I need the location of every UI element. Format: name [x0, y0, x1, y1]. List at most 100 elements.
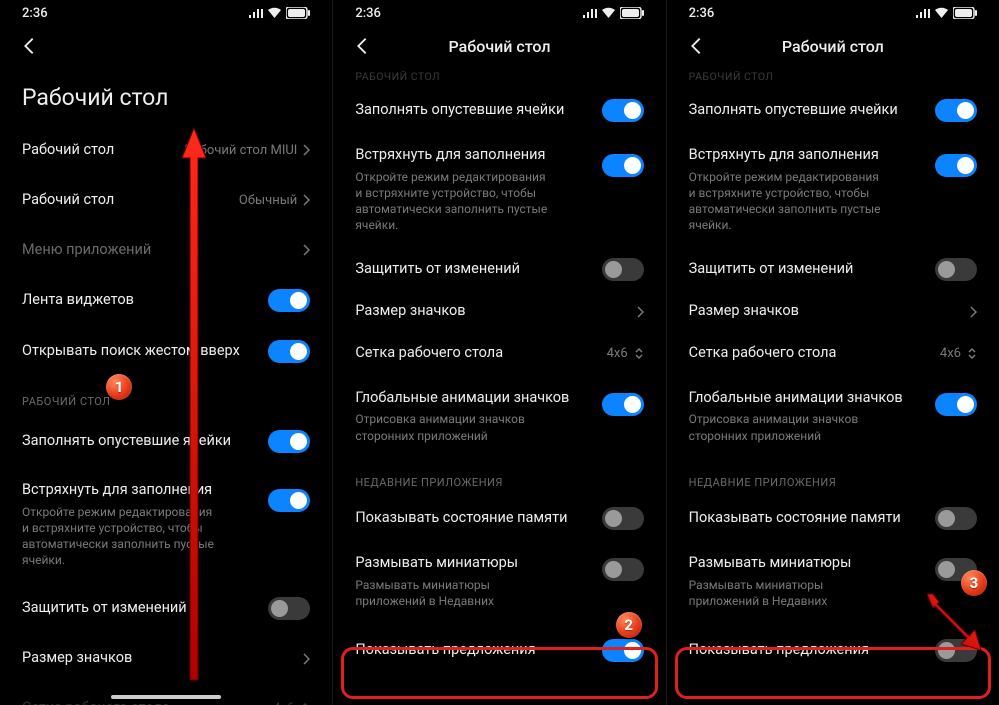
section-home: РАБОЧИЙ СТОЛ	[0, 377, 332, 416]
row-search-gesture[interactable]: Открывать поиск жестом вверх	[0, 326, 332, 377]
row-home-launcher[interactable]: Рабочий стол Рабочий стол MIUI	[0, 125, 332, 175]
toggle-fill-empty[interactable]	[602, 99, 644, 122]
toggle-global-anim[interactable]	[935, 393, 977, 416]
battery-icon	[286, 7, 310, 19]
row-global-anim[interactable]: Глобальные анимации значков Отрисовка ан…	[333, 375, 665, 458]
status-time: 2:36	[689, 6, 915, 21]
row-app-menu: Меню приложений	[0, 225, 332, 275]
row-global-anim[interactable]: Глобальные анимации значков Отрисовка ан…	[667, 375, 999, 458]
row-value: 4x6	[940, 346, 977, 361]
row-value	[303, 653, 310, 665]
phone-panel-3: 2:36 Рабочий стол РАБОЧИЙ СТОЛ Заполнять…	[667, 0, 999, 705]
signal-icon	[248, 8, 263, 19]
row-home-mode[interactable]: Рабочий стол Обычный	[0, 175, 332, 225]
chevron-right-icon	[303, 144, 310, 156]
row-shake-fill[interactable]: Встряхнуть для заполнения Откройте режим…	[0, 467, 332, 583]
battery-icon	[953, 7, 977, 19]
toggle-lock-layout[interactable]	[935, 258, 977, 281]
wifi-icon	[934, 7, 949, 19]
row-value	[970, 306, 977, 318]
row-memory-state[interactable]: Показывать состояние памяти	[667, 497, 999, 540]
section-home-mini: РАБОЧИЙ СТОЛ	[333, 66, 665, 89]
toggle-blur-thumbs[interactable]	[602, 558, 644, 581]
toggle-show-suggestions[interactable]	[602, 639, 644, 662]
step-badge-3: 3	[961, 570, 987, 596]
toggle-shake-fill[interactable]	[602, 154, 644, 177]
page-header: Рабочий стол	[333, 26, 665, 66]
nav-indicator[interactable]	[111, 695, 221, 699]
chevron-right-icon	[303, 653, 310, 665]
toggle-global-anim[interactable]	[602, 393, 644, 416]
step-badge-1: 1	[106, 374, 132, 400]
section-home-mini: РАБОЧИЙ СТОЛ	[667, 66, 999, 89]
toggle-fill-empty[interactable]	[268, 430, 310, 453]
row-icon-size[interactable]: Размер значков	[667, 291, 999, 333]
toggle-show-suggestions[interactable]	[935, 639, 977, 662]
chevron-right-icon	[970, 306, 977, 318]
status-icons	[248, 7, 310, 19]
toggle-shake-fill[interactable]	[935, 154, 977, 177]
toggle-lock-layout[interactable]	[268, 597, 310, 620]
row-memory-state[interactable]: Показывать состояние памяти	[333, 497, 665, 540]
status-icons	[582, 7, 644, 19]
row-icon-size[interactable]: Размер значков	[333, 291, 665, 333]
phone-panel-2: 2:36 Рабочий стол РАБОЧИЙ СТОЛ Заполнять…	[333, 0, 666, 705]
back-button[interactable]	[14, 31, 44, 61]
status-bar: 2:36	[667, 0, 999, 26]
stepper-icon	[634, 347, 644, 360]
row-lock-layout[interactable]: Защитить от изменений	[333, 248, 665, 291]
status-bar: 2:36	[0, 0, 332, 26]
page-header	[0, 26, 332, 66]
status-icons	[915, 7, 977, 19]
toggle-fill-empty[interactable]	[935, 99, 977, 122]
row-value: 4x6	[273, 701, 310, 705]
row-fill-empty[interactable]: Заполнять опустевшие ячейки	[667, 89, 999, 132]
row-value: Обычный	[239, 193, 310, 208]
toggle-widget-feed[interactable]	[268, 289, 310, 312]
row-grid[interactable]: Сетка рабочего стола 4x6	[333, 333, 665, 375]
back-button[interactable]	[347, 31, 377, 61]
step-badge-2: 2	[616, 612, 642, 638]
header-title: Рабочий стол	[377, 37, 621, 56]
row-blur-thumbs[interactable]: Размывать миниатюры Размывать миниатюры …	[667, 540, 999, 623]
toggle-shake-fill[interactable]	[268, 489, 310, 512]
chevron-right-icon	[303, 194, 310, 206]
section-recent: НЕДАВНИЕ ПРИЛОЖЕНИЯ	[333, 458, 665, 497]
row-value	[303, 244, 310, 256]
wifi-icon	[267, 7, 282, 19]
wifi-icon	[601, 7, 616, 19]
stepper-icon	[967, 347, 977, 360]
row-blur-thumbs[interactable]: Размывать миниатюры Размывать миниатюры …	[333, 540, 665, 623]
row-grid[interactable]: Сетка рабочего стола 4x6	[667, 333, 999, 375]
row-show-suggestions[interactable]: Показывать предложения	[667, 623, 999, 677]
row-shake-fill[interactable]: Встряхнуть для заполнения Откройте режим…	[333, 132, 665, 248]
section-recent: НЕДАВНИЕ ПРИЛОЖЕНИЯ	[667, 458, 999, 497]
status-time: 2:36	[355, 6, 581, 21]
toggle-memory-state[interactable]	[602, 507, 644, 530]
row-value	[637, 306, 644, 318]
page-header: Рабочий стол	[667, 26, 999, 66]
battery-icon	[620, 7, 644, 19]
status-bar: 2:36	[333, 0, 665, 26]
row-fill-empty[interactable]: Заполнять опустевшие ячейки	[0, 416, 332, 467]
toggle-search-gesture[interactable]	[268, 340, 310, 363]
toggle-memory-state[interactable]	[935, 507, 977, 530]
settings-list[interactable]: РАБОЧИЙ СТОЛ Заполнять опустевшие ячейки…	[333, 66, 665, 705]
status-time: 2:36	[22, 6, 248, 21]
settings-list[interactable]: РАБОЧИЙ СТОЛ Заполнять опустевшие ячейки…	[667, 66, 999, 705]
row-lock-layout[interactable]: Защитить от изменений	[667, 248, 999, 291]
settings-list[interactable]: Рабочий стол Рабочий стол MIUI Рабочий с…	[0, 125, 332, 705]
row-lock-layout[interactable]: Защитить от изменений	[0, 583, 332, 634]
signal-icon	[915, 8, 930, 19]
toggle-lock-layout[interactable]	[602, 258, 644, 281]
chevron-right-icon	[637, 306, 644, 318]
signal-icon	[582, 8, 597, 19]
back-button[interactable]	[681, 31, 711, 61]
row-fill-empty[interactable]: Заполнять опустевшие ячейки	[333, 89, 665, 132]
row-shake-fill[interactable]: Встряхнуть для заполнения Откройте режим…	[667, 132, 999, 248]
row-show-suggestions[interactable]: Показывать предложения	[333, 623, 665, 677]
page-title: Рабочий стол	[0, 66, 332, 125]
row-value: Рабочий стол MIUI	[185, 143, 311, 158]
row-icon-size[interactable]: Размер значков	[0, 634, 332, 684]
row-widget-feed[interactable]: Лента виджетов	[0, 275, 332, 326]
